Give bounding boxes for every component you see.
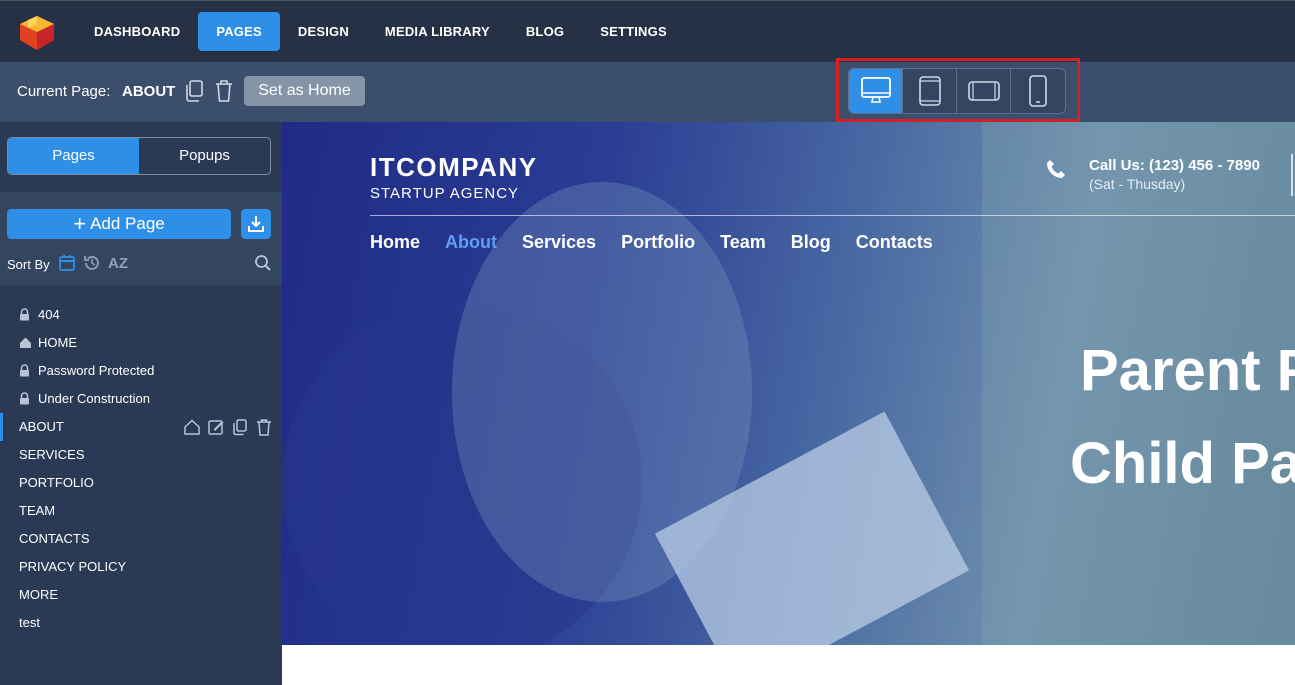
site-nav: Home About Services Portfolio Team Blog … (370, 232, 933, 253)
page-label: SERVICES (19, 447, 85, 462)
delete-page-icon[interactable] (213, 79, 235, 103)
call-us-text: Call Us: (123) 456 - 7890 (1089, 157, 1260, 174)
site-nav-services[interactable]: Services (522, 232, 596, 253)
tablet-portrait-icon (918, 76, 941, 106)
list-item[interactable]: MORE (0, 581, 282, 609)
device-preview-switcher (848, 68, 1066, 114)
set-as-home-button[interactable]: Set as Home (244, 76, 365, 106)
sort-alphabetical-button[interactable]: AZ (108, 255, 128, 272)
nav-design[interactable]: DESIGN (280, 12, 367, 51)
page-label: TEAM (19, 503, 56, 518)
page-list: 404 HOME Password Protected Under Constr… (0, 301, 282, 637)
site-contact: Call Us: (123) 456 - 7890 (Sat - Thusday… (1089, 157, 1260, 192)
edit-icon[interactable] (207, 418, 225, 436)
page-label: test (19, 615, 40, 630)
hero-section[interactable]: ITCOMPANY STARTUP AGENCY Call Us: (123) … (282, 122, 1295, 645)
current-page-bar: Current Page: ABOUT Set as Home (0, 62, 1295, 122)
add-page-button[interactable]: + Add Page (7, 209, 231, 239)
site-nav-contacts[interactable]: Contacts (856, 232, 933, 253)
header-divider (1291, 154, 1293, 196)
pages-sidebar: Pages Popups + Add Page Sort By AZ 404 H… (0, 122, 282, 685)
tablet-landscape-view-button[interactable] (957, 69, 1011, 113)
sort-by-label: Sort By (7, 257, 50, 272)
list-item[interactable]: test (0, 609, 282, 637)
page-preview-canvas[interactable]: ITCOMPANY STARTUP AGENCY Call Us: (123) … (282, 122, 1295, 685)
lock-icon (20, 392, 29, 405)
list-item[interactable]: HOME (0, 329, 282, 357)
page-label: Password Protected (38, 363, 155, 378)
list-item[interactable]: Password Protected (0, 357, 282, 385)
hero-title[interactable]: Parent P (1080, 337, 1295, 404)
history-icon[interactable] (83, 254, 101, 272)
page-label: ABOUT (19, 419, 64, 434)
add-page-label: Add Page (90, 214, 165, 233)
page-label: PRIVACY POLICY (19, 559, 127, 574)
brand-name: ITCOMPANY (370, 152, 538, 182)
pages-popups-toggle: Pages Popups (7, 137, 271, 175)
page-label: MORE (19, 587, 58, 602)
list-item-active[interactable]: ABOUT (0, 413, 282, 441)
hero-subtitle[interactable]: Child Pag (1070, 430, 1295, 497)
tablet-landscape-icon (967, 81, 1000, 101)
main-nav: DASHBOARD PAGES DESIGN MEDIA LIBRARY BLO… (76, 12, 685, 51)
duplicate-icon[interactable] (231, 418, 249, 436)
home-icon (20, 337, 31, 348)
page-actions (183, 418, 273, 436)
tab-popups[interactable]: Popups (139, 138, 270, 174)
page-label: PORTFOLIO (19, 475, 94, 490)
lock-icon (20, 364, 29, 377)
current-page-label: Current Page: (17, 83, 111, 100)
app-logo-icon[interactable] (16, 12, 58, 52)
desktop-view-button[interactable] (849, 69, 903, 113)
site-nav-portfolio[interactable]: Portfolio (621, 232, 695, 253)
nav-blog[interactable]: BLOG (508, 12, 582, 51)
list-item[interactable]: Under Construction (0, 385, 282, 413)
page-label: 404 (38, 307, 60, 322)
page-label: CONTACTS (19, 531, 90, 546)
list-item[interactable]: 404 (0, 301, 282, 329)
list-item[interactable]: TEAM (0, 497, 282, 525)
header-rule (370, 215, 1295, 216)
brand-tagline: STARTUP AGENCY (370, 185, 520, 202)
nav-settings[interactable]: SETTINGS (582, 12, 685, 51)
page-label: Under Construction (38, 391, 150, 406)
site-nav-blog[interactable]: Blog (791, 232, 831, 253)
duplicate-page-icon[interactable] (184, 79, 206, 103)
tab-pages[interactable]: Pages (8, 138, 139, 174)
lock-icon (20, 308, 29, 321)
top-navbar: DASHBOARD PAGES DESIGN MEDIA LIBRARY BLO… (0, 0, 1295, 62)
mobile-icon (1029, 75, 1047, 107)
site-nav-team[interactable]: Team (720, 232, 766, 253)
list-item[interactable]: CONTACTS (0, 525, 282, 553)
trash-icon[interactable] (255, 418, 273, 436)
plus-icon: + (73, 211, 87, 236)
import-page-button[interactable] (241, 209, 271, 239)
site-brand[interactable]: ITCOMPANY STARTUP AGENCY (370, 152, 538, 202)
sidebar-tools: + Add Page Sort By AZ (0, 192, 282, 285)
tablet-portrait-view-button[interactable] (903, 69, 957, 113)
set-home-icon[interactable] (183, 418, 201, 436)
desktop-icon (860, 77, 891, 103)
call-hours-text: (Sat - Thusday) (1089, 176, 1186, 192)
download-icon (248, 216, 264, 232)
mobile-view-button[interactable] (1011, 69, 1065, 113)
list-item[interactable]: SERVICES (0, 441, 282, 469)
phone-icon (1047, 160, 1065, 178)
nav-media-library[interactable]: MEDIA LIBRARY (367, 12, 508, 51)
nav-pages[interactable]: PAGES (198, 12, 280, 51)
page-label: HOME (38, 335, 77, 350)
nav-dashboard[interactable]: DASHBOARD (76, 12, 198, 51)
list-item[interactable]: PRIVACY POLICY (0, 553, 282, 581)
calendar-icon[interactable] (58, 254, 76, 272)
search-icon[interactable] (254, 254, 272, 272)
site-nav-about[interactable]: About (445, 232, 497, 253)
current-page-name: ABOUT (122, 83, 176, 100)
list-item[interactable]: PORTFOLIO (0, 469, 282, 497)
site-nav-home[interactable]: Home (370, 232, 420, 253)
